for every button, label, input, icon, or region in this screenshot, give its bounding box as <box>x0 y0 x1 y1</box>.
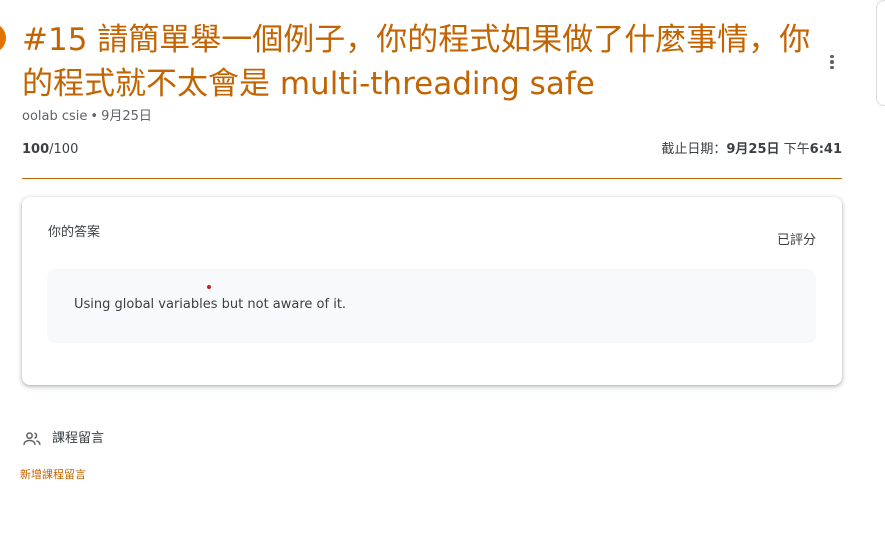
score-earned: 100 <box>22 142 50 157</box>
more-options-button[interactable] <box>818 48 846 76</box>
due-time-prefix: 下午 <box>783 142 810 157</box>
due-time-value: 6:41 <box>809 142 842 157</box>
header-divider <box>22 178 842 179</box>
score: 100/100 <box>22 141 78 159</box>
assignment-title: #15 請簡單舉一個例子，你的程式如果做了什麼事情，你的程式就不太會是 mult… <box>22 22 811 102</box>
submission-card: 你的答案 已評分 Using global variables but not … <box>22 197 842 385</box>
score-total: /100 <box>49 142 79 157</box>
answer-box: Using global variables but not aware of … <box>47 269 816 343</box>
side-panel-card <box>876 0 885 106</box>
cursor-dot <box>207 285 211 289</box>
due-date-value: 9月25日 <box>726 142 780 157</box>
grade-status: 已評分 <box>776 233 816 248</box>
people-icon <box>23 432 41 445</box>
due-date: 截止日期：9月25日 下午6:41 <box>661 141 842 159</box>
class-comments-header: 課程留言 <box>22 429 104 449</box>
submission-heading: 你的答案 <box>48 225 101 240</box>
add-class-comment-link[interactable]: 新增課程留言 <box>20 467 86 483</box>
posted-date: 9月25日 <box>101 109 152 124</box>
answer-text: Using global variables but not aware of … <box>74 297 347 312</box>
author-name: oolab csie <box>22 109 88 124</box>
more-vert-icon <box>830 54 834 59</box>
due-label: 截止日期： <box>661 142 727 157</box>
assignment-icon <box>0 23 6 53</box>
class-comments-title: 課程留言 <box>52 431 105 446</box>
assignment-meta: oolab csie • 9月25日 <box>22 108 152 126</box>
meta-separator: • <box>90 109 99 124</box>
